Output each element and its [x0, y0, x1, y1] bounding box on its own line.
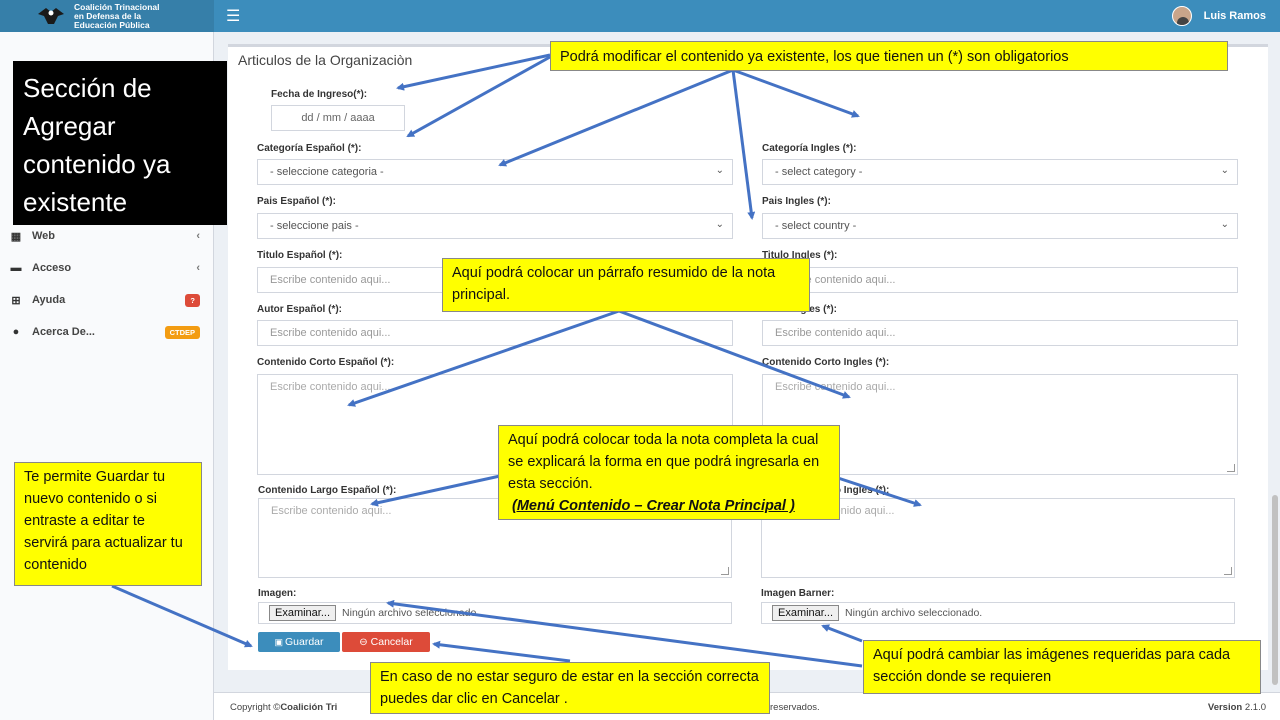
- arrow-to-largo-es: [370, 474, 501, 507]
- arrow-to-corto-es: [347, 309, 620, 407]
- callout-full-note: Aquí podrá colocar toda la nota completa…: [498, 425, 840, 520]
- arrow-to-imagen-barner: [821, 624, 863, 643]
- arrow-to-largo-en: [837, 476, 922, 507]
- annotation-arrows: [111, 53, 922, 668]
- callout-cancel: En caso de no estar seguro de estar en l…: [370, 662, 770, 714]
- arrow-to-fecha-input: [406, 55, 551, 138]
- arrow-to-corto-en: [618, 309, 851, 399]
- arrow-to-categoria-es: [498, 68, 734, 167]
- callout-modify-content: Podrá modificar el contenido ya existent…: [550, 41, 1228, 71]
- arrow-to-right-column: [732, 68, 860, 118]
- arrow-to-cancel: [432, 640, 571, 663]
- arrow-to-pais-en: [731, 69, 756, 220]
- arrow-to-fecha-label: [396, 53, 551, 91]
- full-note-text: Aquí podrá colocar toda la nota completa…: [508, 432, 820, 492]
- callout-paragraph: Aquí podrá colocar un párrafo resumido d…: [442, 258, 810, 312]
- arrow-to-imagen: [386, 599, 863, 668]
- full-note-menu-path: (Menú Contenido – Crear Nota Principal ): [512, 498, 795, 514]
- arrow-to-save: [111, 584, 253, 648]
- callout-images: Aquí podrá cambiar las imágenes requerid…: [863, 640, 1261, 694]
- callout-save: Te permite Guardar tu nuevo contenido o …: [14, 462, 202, 586]
